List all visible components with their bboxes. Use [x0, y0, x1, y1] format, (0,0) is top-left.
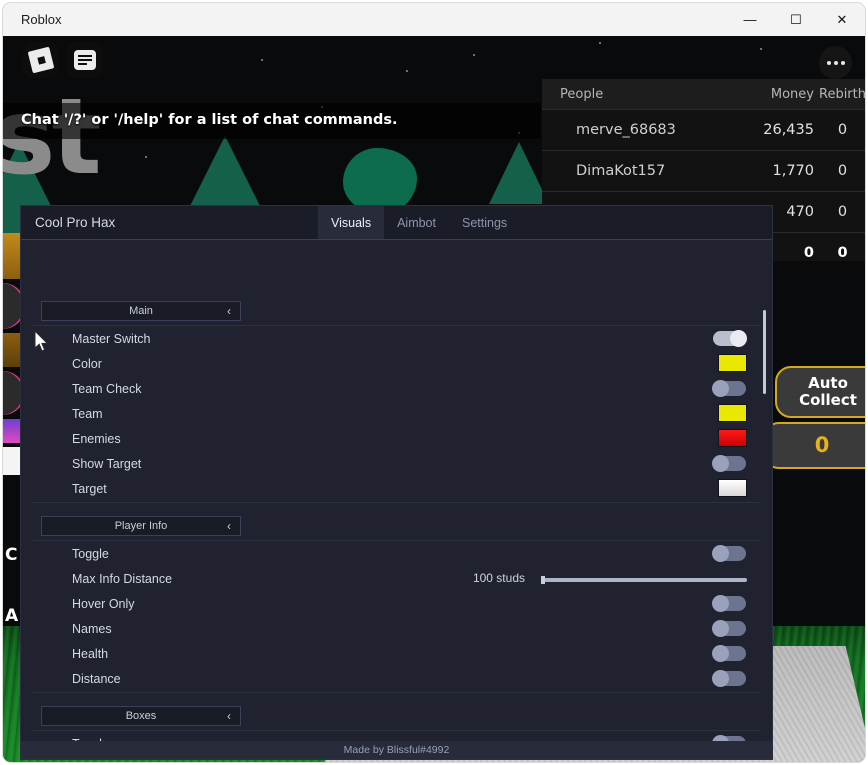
player-rebirth: 0: [837, 204, 848, 220]
cheat-menu-scrollbar[interactable]: [763, 310, 766, 394]
cheat-menu-tabs: Visuals Aimbot Settings: [318, 206, 520, 239]
leaderboard-header: People Money Rebirth: [542, 79, 865, 109]
player-rebirth: 0: [837, 245, 848, 261]
maximize-icon[interactable]: ☐: [773, 3, 819, 36]
row-label: Enemies: [72, 432, 121, 446]
cheat-menu-titlebar: Cool Pro Hax Visuals Aimbot Settings: [21, 206, 772, 240]
row-label: Team: [72, 407, 103, 421]
row-enemies[interactable]: Enemies: [33, 427, 761, 452]
row-master-switch[interactable]: Master Switch: [33, 327, 761, 352]
table-row[interactable]: DimaKot157 1,770 0: [542, 150, 865, 191]
bush: [343, 148, 417, 214]
player-name: DimaKot157: [576, 163, 666, 179]
chevron-left-icon: ‹: [227, 709, 231, 723]
section-header-boxes[interactable]: Boxes ‹: [41, 706, 241, 726]
enemies-color-swatch[interactable]: [718, 429, 747, 447]
master-switch-toggle[interactable]: [713, 330, 747, 347]
names-toggle[interactable]: [712, 620, 746, 637]
player-info-toggle[interactable]: [712, 545, 746, 562]
section-header-player-info[interactable]: Player Info ‹: [41, 516, 241, 536]
target-color-swatch[interactable]: [718, 479, 747, 497]
row-label: Hover Only: [72, 597, 135, 611]
row-team-check[interactable]: Team Check: [33, 377, 761, 402]
row-label: Max Info Distance: [72, 572, 173, 586]
roblox-window: Roblox — ☐ ✕ Chat '/?' or '/help' for a …: [3, 3, 865, 762]
show-target-toggle[interactable]: [712, 455, 746, 472]
cheat-menu-body: Main ‹ Master Switch Color Team Check Te…: [21, 240, 772, 742]
row-label: Color: [72, 357, 102, 371]
column-money: Money: [770, 86, 814, 102]
row-label: Target: [72, 482, 107, 496]
column-rebirth: Rebirth: [819, 86, 865, 102]
ellipsis-icon[interactable]: [819, 46, 852, 79]
hover-only-toggle[interactable]: [712, 595, 746, 612]
player-money: 1,770: [772, 163, 814, 179]
row-show-target[interactable]: Show Target: [33, 452, 761, 477]
tab-settings[interactable]: Settings: [449, 206, 520, 239]
row-distance[interactable]: Distance: [33, 667, 761, 692]
player-rebirth: 0: [837, 122, 848, 138]
section-label: Player Info: [114, 520, 168, 532]
cheat-menu-window: Cool Pro Hax Visuals Aimbot Settings Mai…: [21, 206, 772, 759]
row-label: Team Check: [72, 382, 142, 396]
row-label: Toggle: [72, 547, 109, 561]
chevron-left-icon: ‹: [227, 304, 231, 318]
player-name: merve_68683: [576, 122, 676, 138]
auto-collect-label: Auto Collect: [799, 374, 857, 409]
minimize-icon[interactable]: —: [727, 3, 773, 36]
player-money: 26,435: [763, 122, 814, 138]
tab-visuals[interactable]: Visuals: [318, 206, 385, 239]
mouse-cursor-icon: [34, 330, 49, 352]
row-label: Distance: [72, 672, 121, 686]
left-label-a: A: [5, 606, 19, 626]
roblox-logo-icon[interactable]: [23, 42, 59, 78]
max-info-distance-value: 100 studs: [472, 571, 525, 585]
tree: [489, 142, 549, 204]
auto-collect-button[interactable]: Auto Collect: [775, 366, 865, 418]
team-color-swatch[interactable]: [718, 404, 747, 422]
tab-aimbot[interactable]: Aimbot: [384, 206, 449, 239]
cheat-menu-footer: Made by Blissful#4992: [21, 741, 772, 759]
chat-message: Chat '/?' or '/help' for a list of chat …: [21, 112, 398, 128]
coin-label: 0: [814, 432, 830, 457]
section-label: Boxes: [125, 710, 157, 722]
close-icon[interactable]: ✕: [819, 3, 865, 36]
chat-icon[interactable]: [67, 42, 103, 78]
cheat-menu-title: Cool Pro Hax: [35, 215, 116, 230]
row-player-info-toggle[interactable]: Toggle: [33, 542, 761, 567]
chevron-left-icon: ‹: [227, 519, 231, 533]
section-header-main[interactable]: Main ‹: [41, 301, 241, 321]
row-health[interactable]: Health: [33, 642, 761, 667]
row-label: Show Target: [72, 457, 142, 471]
row-label: Master Switch: [72, 332, 151, 346]
window-titlebar: Roblox — ☐ ✕: [3, 3, 865, 36]
row-team[interactable]: Team: [33, 402, 761, 427]
table-row[interactable]: merve_68683 26,435 0: [542, 109, 865, 150]
game-viewport: st Chat '/?' or '/help' for a list of ch…: [3, 36, 865, 762]
row-hover-only[interactable]: Hover Only: [33, 592, 761, 617]
section-label: Main: [129, 305, 153, 317]
player-rebirth: 0: [837, 163, 848, 179]
row-label: Names: [72, 622, 112, 636]
screen-root: Roblox — ☐ ✕ Chat '/?' or '/help' for a …: [0, 0, 868, 765]
window-controls: — ☐ ✕: [727, 3, 865, 36]
row-color[interactable]: Color: [33, 352, 761, 377]
left-label-c: C: [5, 545, 18, 565]
row-names[interactable]: Names: [33, 617, 761, 642]
column-people: People: [560, 86, 604, 102]
window-title: Roblox: [21, 12, 62, 27]
color-swatch[interactable]: [718, 354, 747, 372]
health-toggle[interactable]: [712, 645, 746, 662]
row-label: Health: [72, 647, 109, 661]
row-target[interactable]: Target: [33, 477, 761, 502]
roblox-toolbar: [23, 42, 103, 78]
max-info-distance-slider[interactable]: [541, 576, 747, 584]
team-check-toggle[interactable]: [712, 380, 746, 397]
distance-toggle[interactable]: [712, 670, 746, 687]
coin-counter-button[interactable]: 0: [763, 422, 865, 469]
row-max-info-distance[interactable]: Max Info Distance 100 studs: [33, 567, 761, 592]
credit-text: Made by Blissful#4992: [343, 744, 450, 756]
